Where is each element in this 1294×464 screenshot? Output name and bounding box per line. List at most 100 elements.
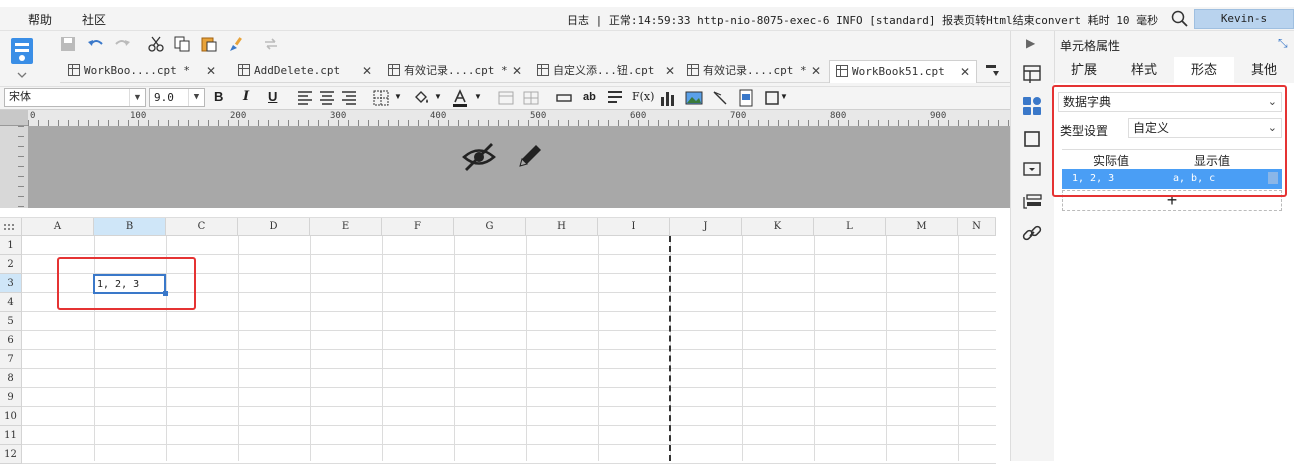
text-widget-button[interactable]: ab bbox=[583, 91, 596, 103]
tab-menu-icon[interactable] bbox=[985, 63, 1001, 79]
merge-cells-icon[interactable] bbox=[497, 89, 515, 107]
float-element-icon[interactable] bbox=[1021, 128, 1043, 150]
column-header[interactable]: F bbox=[382, 218, 454, 236]
chevron-right-icon[interactable]: ▶ bbox=[1026, 36, 1035, 50]
image-icon[interactable] bbox=[685, 89, 703, 107]
tab-valid-records-1[interactable]: 有效记录....cpt * ✕ bbox=[382, 60, 528, 83]
edit-pencil-icon[interactable] bbox=[514, 140, 546, 172]
search-icon[interactable] bbox=[1171, 10, 1189, 28]
column-header[interactable]: D bbox=[238, 218, 310, 236]
tab-adddelete[interactable]: AddDelete.cpt ✕ bbox=[232, 60, 378, 83]
bold-button[interactable]: B bbox=[214, 89, 223, 104]
grid-line bbox=[22, 368, 996, 369]
chevron-down-icon[interactable]: ▼ bbox=[474, 92, 482, 101]
row-header[interactable]: 6 bbox=[0, 331, 22, 350]
row-header[interactable]: 8 bbox=[0, 369, 22, 388]
align-center-icon[interactable] bbox=[318, 89, 336, 107]
close-icon[interactable]: ✕ bbox=[811, 60, 821, 82]
chevron-down-icon[interactable]: ▼ bbox=[434, 92, 442, 101]
tab-custom-add[interactable]: 自定义添...钮.cpt ✕ bbox=[531, 60, 681, 83]
close-icon[interactable]: ✕ bbox=[665, 60, 675, 82]
hide-eye-icon[interactable] bbox=[461, 140, 497, 174]
column-header[interactable]: E bbox=[310, 218, 382, 236]
close-icon[interactable]: ✕ bbox=[512, 60, 522, 82]
column-header[interactable]: G bbox=[454, 218, 526, 236]
tab-expand[interactable]: 扩展 bbox=[1054, 57, 1114, 83]
panel-title: 单元格属性 bbox=[1060, 39, 1121, 53]
select-all-corner[interactable] bbox=[0, 218, 22, 236]
bar-chart-icon[interactable] bbox=[659, 89, 677, 107]
chevron-down-icon[interactable]: ▼ bbox=[394, 92, 402, 101]
refresh-icon[interactable] bbox=[260, 34, 282, 54]
window-title-strip bbox=[0, 0, 1294, 7]
chevron-down-icon[interactable]: ▼ bbox=[780, 92, 788, 101]
tab-workbook-1[interactable]: WorkBoo....cpt * ✕ bbox=[62, 60, 222, 83]
textfield-icon[interactable] bbox=[555, 89, 573, 107]
app-logo-icon[interactable] bbox=[6, 35, 38, 81]
user-account[interactable]: Kevin-s bbox=[1194, 9, 1294, 29]
column-header[interactable]: C bbox=[166, 218, 238, 236]
collapse-panel-icon[interactable]: ⤡ bbox=[1278, 36, 1288, 51]
tab-form[interactable]: 形态 bbox=[1174, 57, 1234, 83]
tab-workbook51[interactable]: WorkBook51.cpt ✕ bbox=[829, 60, 977, 83]
close-icon[interactable]: ✕ bbox=[206, 60, 216, 82]
row-header[interactable]: 5 bbox=[0, 312, 22, 331]
column-header[interactable]: A bbox=[22, 218, 94, 236]
column-header[interactable]: L bbox=[814, 218, 886, 236]
close-icon[interactable]: ✕ bbox=[960, 61, 970, 83]
column-header[interactable]: M bbox=[886, 218, 958, 236]
column-header[interactable]: N bbox=[958, 218, 996, 236]
ruler-tick-label: 0 bbox=[30, 111, 36, 121]
copy-icon[interactable] bbox=[171, 34, 193, 54]
fill-color-icon[interactable] bbox=[412, 89, 430, 107]
row-header[interactable]: 7 bbox=[0, 350, 22, 369]
redo-icon[interactable] bbox=[111, 34, 133, 54]
row-header[interactable]: 10 bbox=[0, 407, 22, 426]
column-header[interactable]: K bbox=[742, 218, 814, 236]
annotation-box bbox=[57, 257, 196, 310]
tab-valid-records-2[interactable]: 有效记录....cpt * ✕ bbox=[681, 60, 827, 83]
column-header[interactable]: J bbox=[670, 218, 742, 236]
font-family-select[interactable]: 宋体 ▼ bbox=[4, 88, 146, 107]
menu-help[interactable]: 帮助 bbox=[28, 11, 52, 28]
condition-attribute-icon[interactable] bbox=[1021, 191, 1043, 213]
cut-icon[interactable] bbox=[145, 34, 167, 54]
font-size-select[interactable]: 9.0 ▼ bbox=[149, 88, 205, 107]
save-icon[interactable] bbox=[57, 34, 79, 54]
paste-icon[interactable] bbox=[198, 34, 220, 54]
widget-settings-icon[interactable] bbox=[1021, 159, 1043, 181]
subreport-icon[interactable] bbox=[737, 89, 755, 107]
italic-button[interactable]: I bbox=[243, 89, 249, 104]
align-right-icon[interactable] bbox=[340, 89, 358, 107]
column-header[interactable]: H bbox=[526, 218, 598, 236]
slash-icon[interactable] bbox=[711, 89, 729, 107]
ruler-tick-label: 900 bbox=[930, 111, 947, 121]
menu-community[interactable]: 社区 bbox=[82, 11, 106, 28]
font-color-icon[interactable] bbox=[451, 89, 469, 107]
row-header[interactable]: 1 bbox=[0, 236, 22, 255]
tab-style[interactable]: 样式 bbox=[1114, 57, 1174, 83]
frame-icon[interactable] bbox=[763, 89, 781, 107]
tab-other[interactable]: 其他 bbox=[1234, 57, 1294, 83]
row-header[interactable]: 12 bbox=[0, 445, 22, 464]
undo-icon[interactable] bbox=[85, 34, 107, 54]
column-header[interactable]: B bbox=[94, 218, 166, 236]
cell-element-icon[interactable] bbox=[1021, 63, 1043, 85]
format-painter-icon[interactable] bbox=[226, 34, 248, 54]
paragraph-icon[interactable] bbox=[606, 89, 624, 107]
split-cells-icon[interactable] bbox=[522, 89, 540, 107]
hyperlink-icon[interactable] bbox=[1021, 223, 1043, 245]
grid-line bbox=[22, 349, 996, 350]
row-header[interactable]: 4 bbox=[0, 293, 22, 312]
border-icon[interactable] bbox=[372, 89, 390, 107]
column-header[interactable]: I bbox=[598, 218, 670, 236]
align-left-icon[interactable] bbox=[296, 89, 314, 107]
formula-button[interactable]: F(x) bbox=[632, 90, 654, 103]
close-icon[interactable]: ✕ bbox=[362, 60, 372, 82]
underline-button[interactable]: U bbox=[268, 89, 277, 104]
row-header[interactable]: 2 bbox=[0, 255, 22, 274]
cell-attribute-icon[interactable] bbox=[1021, 95, 1043, 117]
row-header[interactable]: 9 bbox=[0, 388, 22, 407]
row-header[interactable]: 11 bbox=[0, 426, 22, 445]
row-header[interactable]: 3 bbox=[0, 274, 22, 293]
